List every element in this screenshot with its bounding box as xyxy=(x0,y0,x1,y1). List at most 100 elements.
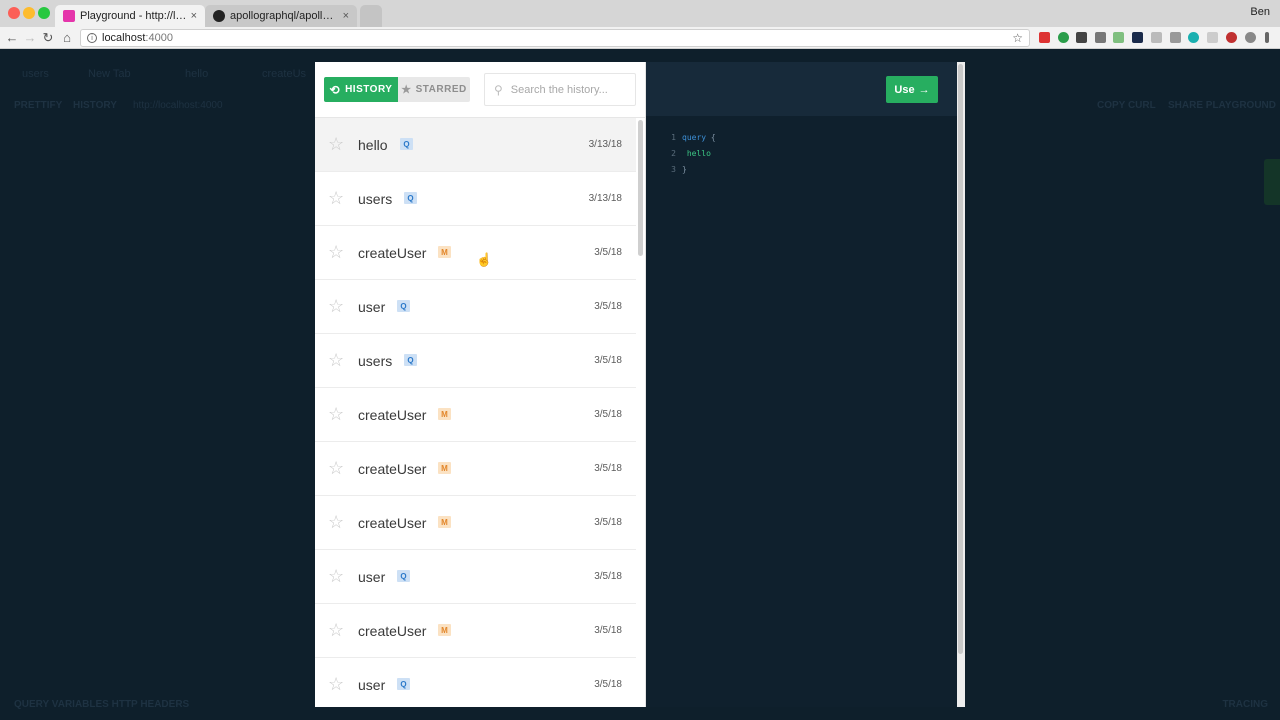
history-icon: ⟲ xyxy=(329,82,341,97)
close-tab-icon[interactable]: × xyxy=(343,10,349,22)
browser-tab-playground[interactable]: Playground - http://localhost:4 × xyxy=(55,5,205,27)
bg-tab[interactable]: hello xyxy=(185,68,208,80)
extension-icon[interactable] xyxy=(1207,32,1218,43)
query-badge: Q xyxy=(397,678,410,690)
history-search-input[interactable] xyxy=(510,83,631,96)
profile-name[interactable]: Ben xyxy=(1250,6,1270,18)
history-item[interactable]: ☆ createUser M 3/5/18 xyxy=(315,388,636,442)
star-outline-icon[interactable]: ☆ xyxy=(328,620,344,640)
star-outline-icon[interactable]: ☆ xyxy=(328,566,344,586)
extension-icon[interactable] xyxy=(1170,32,1181,43)
home-icon[interactable]: ⌂ xyxy=(59,30,75,46)
prettify-button[interactable]: PRETTIFY xyxy=(14,100,62,111)
use-query-button[interactable]: Use → xyxy=(886,76,938,103)
extension-icon[interactable] xyxy=(1132,32,1143,43)
star-outline-icon[interactable]: ☆ xyxy=(328,188,344,208)
schema-tab[interactable] xyxy=(1264,159,1280,205)
history-item-date: 3/5/18 xyxy=(594,517,622,528)
chrome-menu-icon[interactable] xyxy=(1265,32,1269,43)
address-port: :4000 xyxy=(145,32,173,44)
starred-filter-button[interactable]: ★ STARRED xyxy=(398,77,470,102)
bg-history-button[interactable]: HISTORY xyxy=(73,100,117,111)
window-close-button[interactable] xyxy=(8,7,20,19)
history-item[interactable]: ☆ user Q 3/5/18 xyxy=(315,658,636,707)
mutation-badge: M xyxy=(438,408,451,420)
history-item-name: createUser xyxy=(358,244,427,261)
arrow-right-icon: → xyxy=(918,83,930,96)
preview-header: Use → xyxy=(646,62,957,116)
tab-title: Playground - http://localhost:4 xyxy=(80,10,187,22)
share-playground-button[interactable]: SHARE PLAYGROUND xyxy=(1168,100,1276,111)
window-minimize-button[interactable] xyxy=(23,7,35,19)
star-outline-icon[interactable]: ☆ xyxy=(328,512,344,532)
line-number: 3 xyxy=(671,165,676,174)
history-item-date: 3/5/18 xyxy=(594,463,622,474)
mutation-badge: M xyxy=(438,462,451,474)
browser-toolbar: ← → ↻ ⌂ i localhost:4000 ☆ xyxy=(0,27,1280,49)
address-bar[interactable]: i localhost:4000 ☆ xyxy=(80,29,1030,47)
bg-tab[interactable]: users xyxy=(22,68,49,80)
history-search[interactable]: ⚲ xyxy=(484,73,636,106)
star-outline-icon[interactable]: ☆ xyxy=(328,296,344,316)
extension-icon[interactable] xyxy=(1058,32,1069,43)
star-outline-icon[interactable]: ☆ xyxy=(328,242,344,262)
close-tab-icon[interactable]: × xyxy=(191,10,197,22)
star-outline-icon[interactable]: ☆ xyxy=(328,404,344,424)
history-list: ☆ hello Q 3/13/18 ☆ users Q 3/13/18 ☆ createUser M… xyxy=(315,118,636,707)
history-item[interactable]: ☆ users Q 3/5/18 xyxy=(315,334,636,388)
site-info-icon[interactable]: i xyxy=(87,33,97,43)
history-item[interactable]: ☆ createUser M 3/5/18 xyxy=(315,604,636,658)
query-variables-tab[interactable]: QUERY VARIABLES HTTP HEADERS xyxy=(14,699,189,710)
bg-tab[interactable]: createUs xyxy=(262,68,306,80)
history-item-name: createUser xyxy=(358,460,427,477)
history-item[interactable]: ☆ user Q 3/5/18 xyxy=(315,280,636,334)
copy-curl-button[interactable]: COPY CURL xyxy=(1097,100,1156,111)
forward-icon[interactable]: → xyxy=(22,30,38,46)
history-item-date: 3/13/18 xyxy=(588,139,622,150)
mutation-badge: M xyxy=(438,624,451,636)
bg-tab[interactable]: New Tab xyxy=(88,68,131,80)
bookmark-star-icon[interactable]: ☆ xyxy=(1012,31,1023,45)
history-item[interactable]: ☆ createUser M 3/5/18 xyxy=(315,442,636,496)
extension-icon[interactable] xyxy=(1076,32,1087,43)
back-icon[interactable]: ← xyxy=(4,30,20,46)
line-number: 2 xyxy=(671,149,676,158)
mouse-pointer-icon: ☝ xyxy=(476,252,493,267)
history-item-name: user xyxy=(358,298,386,315)
extension-icon[interactable] xyxy=(1245,32,1256,43)
query-badge: Q xyxy=(397,570,410,582)
modal-scrollbar-thumb[interactable] xyxy=(958,64,963,654)
history-item[interactable]: ☆ users Q 3/13/18 xyxy=(315,172,636,226)
tracing-tab[interactable]: TRACING xyxy=(1222,699,1268,710)
history-item-date: 3/5/18 xyxy=(594,625,622,636)
extension-icon[interactable] xyxy=(1151,32,1162,43)
endpoint-url[interactable]: http://localhost:4000 xyxy=(133,100,223,111)
star-outline-icon[interactable]: ☆ xyxy=(328,350,344,370)
code-line: hello xyxy=(682,146,711,162)
history-list-panel: ⟲ HISTORY ★ STARRED ⚲ ☆ hello Q 3/13/18 ☆ use… xyxy=(315,62,646,707)
reload-icon[interactable]: ↻ xyxy=(40,30,56,46)
extension-icon[interactable] xyxy=(1188,32,1199,43)
new-tab-button[interactable] xyxy=(360,5,382,27)
star-outline-icon[interactable]: ☆ xyxy=(328,674,344,694)
mutation-badge: M xyxy=(438,516,451,528)
extension-icon[interactable] xyxy=(1113,32,1124,43)
star-outline-icon[interactable]: ☆ xyxy=(328,134,344,154)
window-maximize-button[interactable] xyxy=(38,7,50,19)
history-header: ⟲ HISTORY ★ STARRED ⚲ xyxy=(315,62,646,118)
history-item-name: createUser xyxy=(358,406,427,423)
history-item-name: users xyxy=(358,352,393,369)
extension-icon[interactable] xyxy=(1039,32,1050,43)
extension-icon[interactable] xyxy=(1095,32,1106,43)
history-filter-button[interactable]: ⟲ HISTORY xyxy=(324,77,398,102)
history-item[interactable]: ☆ createUser M 3/5/18 xyxy=(315,496,636,550)
code-line: } xyxy=(682,162,687,178)
browser-tab-github[interactable]: apollographql/apollo-codegen × xyxy=(205,5,357,27)
modal-scrollbar[interactable] xyxy=(957,62,965,707)
address-host: localhost xyxy=(102,32,146,44)
history-item[interactable]: ☆ hello Q 3/13/18 xyxy=(315,118,636,172)
history-item[interactable]: ☆ user Q 3/5/18 xyxy=(315,550,636,604)
star-outline-icon[interactable]: ☆ xyxy=(328,458,344,478)
history-scrollbar[interactable] xyxy=(638,120,643,256)
extension-icon[interactable] xyxy=(1226,32,1237,43)
